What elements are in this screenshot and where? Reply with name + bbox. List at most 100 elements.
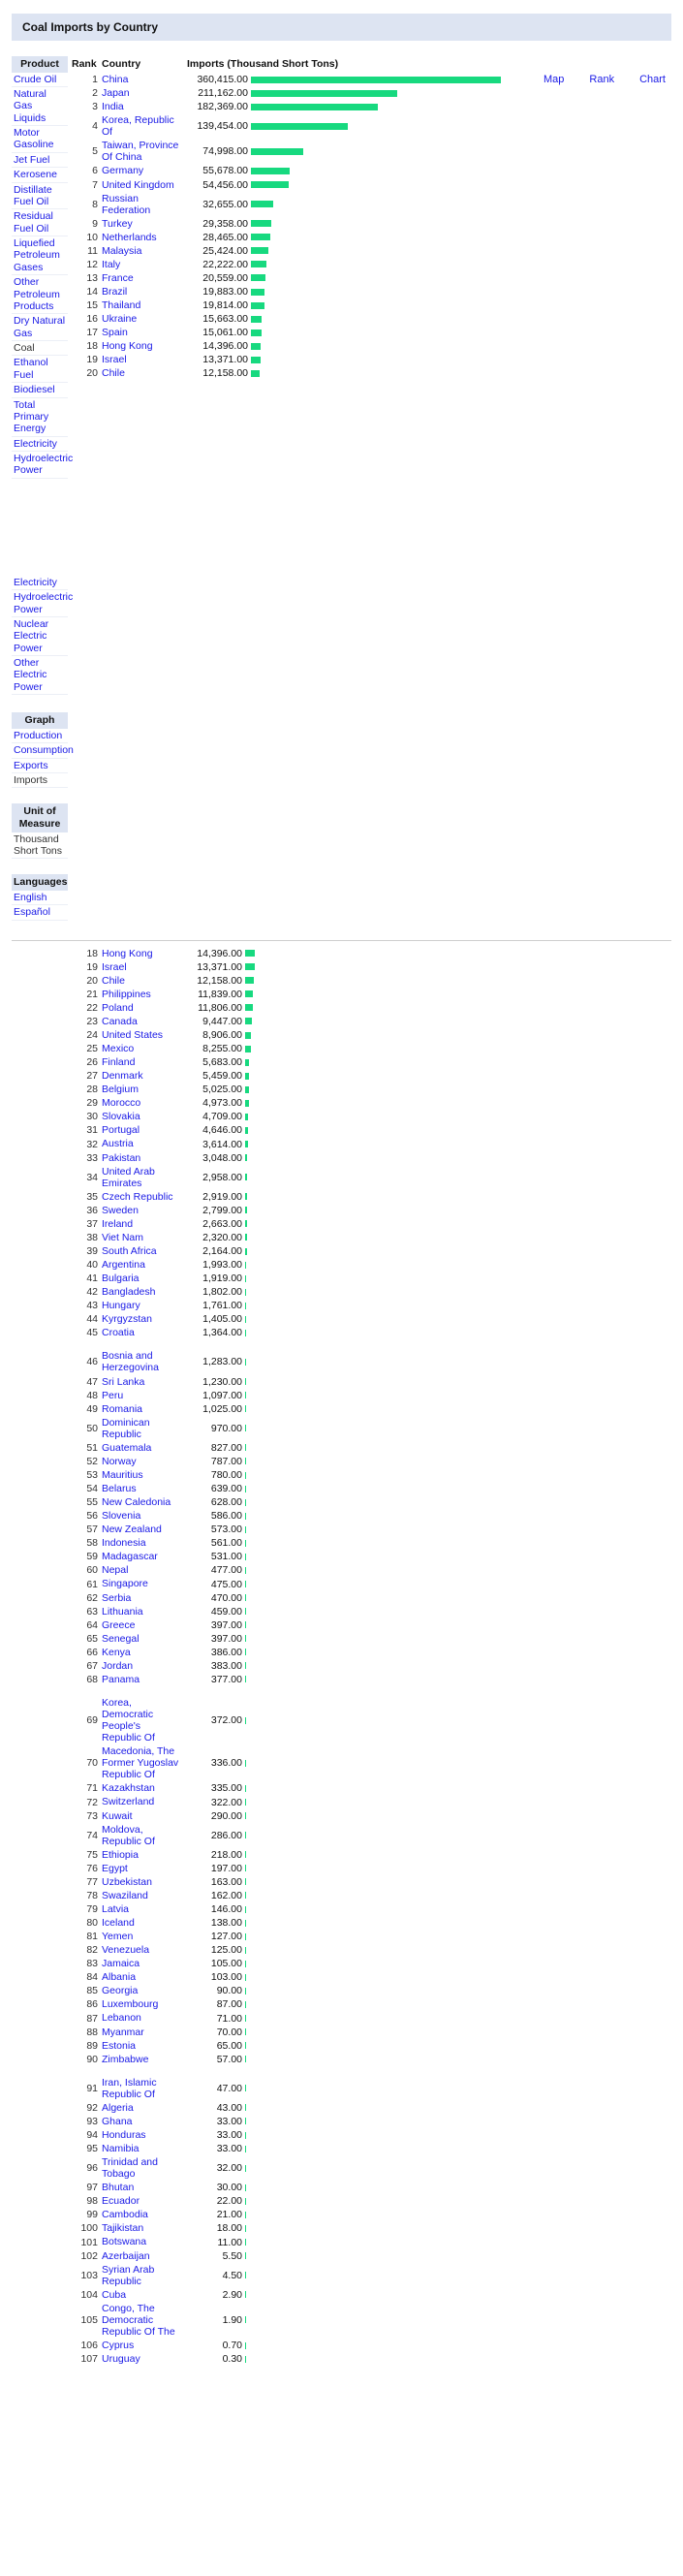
cell-country[interactable]: New Zealand: [102, 1523, 181, 1536]
cell-country[interactable]: Mexico: [102, 1042, 181, 1055]
cell-country[interactable]: Bosnia and Herzegovina: [102, 1349, 181, 1374]
cell-country[interactable]: Latvia: [102, 1902, 181, 1916]
cell-country[interactable]: Ukraine: [102, 312, 187, 326]
cell-country[interactable]: Czech Republic: [102, 1190, 181, 1204]
cell-country[interactable]: Canada: [102, 1015, 181, 1028]
cell-country[interactable]: India: [102, 100, 187, 113]
cell-country[interactable]: Morocco: [102, 1096, 181, 1110]
sidebar-item-production[interactable]: Production: [12, 729, 68, 744]
sidebar-item-distillate-fuel-oil[interactable]: Distillate Fuel Oil: [12, 183, 68, 210]
cell-country[interactable]: Greece: [102, 1618, 181, 1632]
cell-country[interactable]: Germany: [102, 164, 187, 177]
cell-country[interactable]: Chile: [102, 366, 187, 380]
sidebar-item-other-petroleum-products[interactable]: Other Petroleum Products: [12, 275, 68, 315]
cell-country[interactable]: Kyrgyzstan: [102, 1312, 181, 1326]
cell-country[interactable]: China: [102, 73, 187, 86]
cell-country[interactable]: United Kingdom: [102, 178, 187, 192]
cell-country[interactable]: Italy: [102, 258, 187, 271]
cell-country[interactable]: Pakistan: [102, 1151, 181, 1165]
cell-country[interactable]: Taiwan, Province Of China: [102, 139, 187, 164]
cell-country[interactable]: Uruguay: [102, 2352, 181, 2366]
cell-country[interactable]: Slovakia: [102, 1110, 181, 1123]
cell-country[interactable]: Ireland: [102, 1217, 181, 1231]
cell-country[interactable]: Yemen: [102, 1930, 181, 1943]
cell-country[interactable]: Japan: [102, 86, 187, 100]
cell-country[interactable]: Mauritius: [102, 1468, 181, 1482]
sidebar-item-motor-gasoline[interactable]: Motor Gasoline: [12, 126, 68, 153]
cell-country[interactable]: Indonesia: [102, 1536, 181, 1550]
cell-country[interactable]: Thailand: [102, 298, 187, 312]
cell-country[interactable]: Namibia: [102, 2142, 181, 2155]
cell-country[interactable]: South Africa: [102, 1244, 181, 1258]
cell-country[interactable]: Algeria: [102, 2101, 181, 2115]
cell-country[interactable]: Zimbabwe: [102, 2053, 181, 2066]
cell-country[interactable]: Finland: [102, 1055, 181, 1069]
cell-country[interactable]: Austria: [102, 1137, 181, 1150]
sidebar-item-jet-fuel[interactable]: Jet Fuel: [12, 153, 68, 169]
cell-country[interactable]: Myanmar: [102, 2026, 181, 2039]
cell-country[interactable]: Sweden: [102, 1204, 181, 1217]
cell-country[interactable]: Brazil: [102, 285, 187, 298]
cell-country[interactable]: United States: [102, 1028, 181, 1042]
sidebar-item-hydroelectric-power[interactable]: Hydroelectric Power: [12, 452, 73, 479]
cell-country[interactable]: United Arab Emirates: [102, 1165, 181, 1190]
cell-country[interactable]: Swaziland: [102, 1889, 181, 1902]
cell-country[interactable]: Iran, Islamic Republic Of: [102, 2076, 181, 2101]
sidebar-item-ethanol-fuel[interactable]: Ethanol Fuel: [12, 356, 68, 384]
cell-country[interactable]: Lebanon: [102, 2011, 181, 2025]
cell-country[interactable]: New Caledonia: [102, 1495, 181, 1509]
cell-country[interactable]: Cambodia: [102, 2208, 181, 2221]
sidebar-item-electricity[interactable]: Electricity: [12, 576, 68, 591]
sidebar-item-crude-oil[interactable]: Crude Oil: [12, 73, 68, 87]
cell-country[interactable]: Bulgaria: [102, 1272, 181, 1285]
cell-country[interactable]: Senegal: [102, 1632, 181, 1646]
cell-country[interactable]: Iceland: [102, 1916, 181, 1930]
cell-country[interactable]: Sri Lanka: [102, 1375, 181, 1389]
sidebar-item-other-electric-power[interactable]: Other Electric Power: [12, 656, 68, 696]
cell-country[interactable]: Dominican Republic: [102, 1416, 181, 1441]
cell-country[interactable]: France: [102, 271, 187, 285]
cell-country[interactable]: Romania: [102, 1402, 181, 1416]
cell-country[interactable]: Norway: [102, 1455, 181, 1468]
cell-country[interactable]: Congo, The Democratic Republic Of The: [102, 2302, 181, 2339]
cell-country[interactable]: Luxembourg: [102, 1997, 181, 2011]
cell-country[interactable]: Madagascar: [102, 1550, 181, 1563]
cell-country[interactable]: Portugal: [102, 1123, 181, 1137]
cell-country[interactable]: Poland: [102, 1001, 181, 1015]
cell-country[interactable]: Cyprus: [102, 2339, 181, 2352]
cell-country[interactable]: Uzbekistan: [102, 1875, 181, 1889]
cell-country[interactable]: Philippines: [102, 988, 181, 1001]
cell-country[interactable]: Albania: [102, 1970, 181, 1984]
cell-country[interactable]: Malaysia: [102, 244, 187, 258]
cell-country[interactable]: Georgia: [102, 1984, 181, 1997]
cell-country[interactable]: Kazakhstan: [102, 1781, 181, 1795]
cell-country[interactable]: Israel: [102, 960, 181, 974]
cell-country[interactable]: Singapore: [102, 1577, 181, 1590]
cell-country[interactable]: Jamaica: [102, 1957, 181, 1970]
cell-country[interactable]: Ethiopia: [102, 1848, 181, 1862]
sidebar-item-biodiesel[interactable]: Biodiesel: [12, 383, 68, 398]
cell-country[interactable]: Guatemala: [102, 1441, 181, 1455]
cell-country[interactable]: Slovenia: [102, 1509, 181, 1523]
cell-country[interactable]: Azerbaijan: [102, 2249, 181, 2263]
cell-country[interactable]: Tajikistan: [102, 2221, 181, 2235]
cell-country[interactable]: Serbia: [102, 1591, 181, 1605]
cell-country[interactable]: Korea, Republic Of: [102, 113, 187, 139]
cell-country[interactable]: Moldova, Republic Of: [102, 1823, 181, 1848]
cell-country[interactable]: Argentina: [102, 1258, 181, 1272]
sidebar-item-residual-fuel-oil[interactable]: Residual Fuel Oil: [12, 209, 68, 237]
cell-country[interactable]: Macedonia, The Former Yugoslav Republic …: [102, 1744, 181, 1781]
cell-country[interactable]: Ecuador: [102, 2194, 181, 2208]
sidebar-item-total-primary-energy[interactable]: Total Primary Energy: [12, 398, 68, 437]
cell-country[interactable]: Cuba: [102, 2288, 181, 2302]
cell-country[interactable]: Bhutan: [102, 2181, 181, 2194]
sidebar-item-exports[interactable]: Exports: [12, 759, 68, 773]
cell-country[interactable]: Nepal: [102, 1563, 181, 1577]
sidebar-item-liquefied-petroleum-gases[interactable]: Liquefied Petroleum Gases: [12, 236, 68, 276]
cell-country[interactable]: Estonia: [102, 2039, 181, 2053]
cell-country[interactable]: Jordan: [102, 1659, 181, 1673]
sidebar-item-english[interactable]: English: [12, 891, 68, 906]
cell-country[interactable]: Peru: [102, 1389, 181, 1402]
cell-country[interactable]: Syrian Arab Republic: [102, 2263, 181, 2288]
cell-country[interactable]: Kenya: [102, 1646, 181, 1659]
